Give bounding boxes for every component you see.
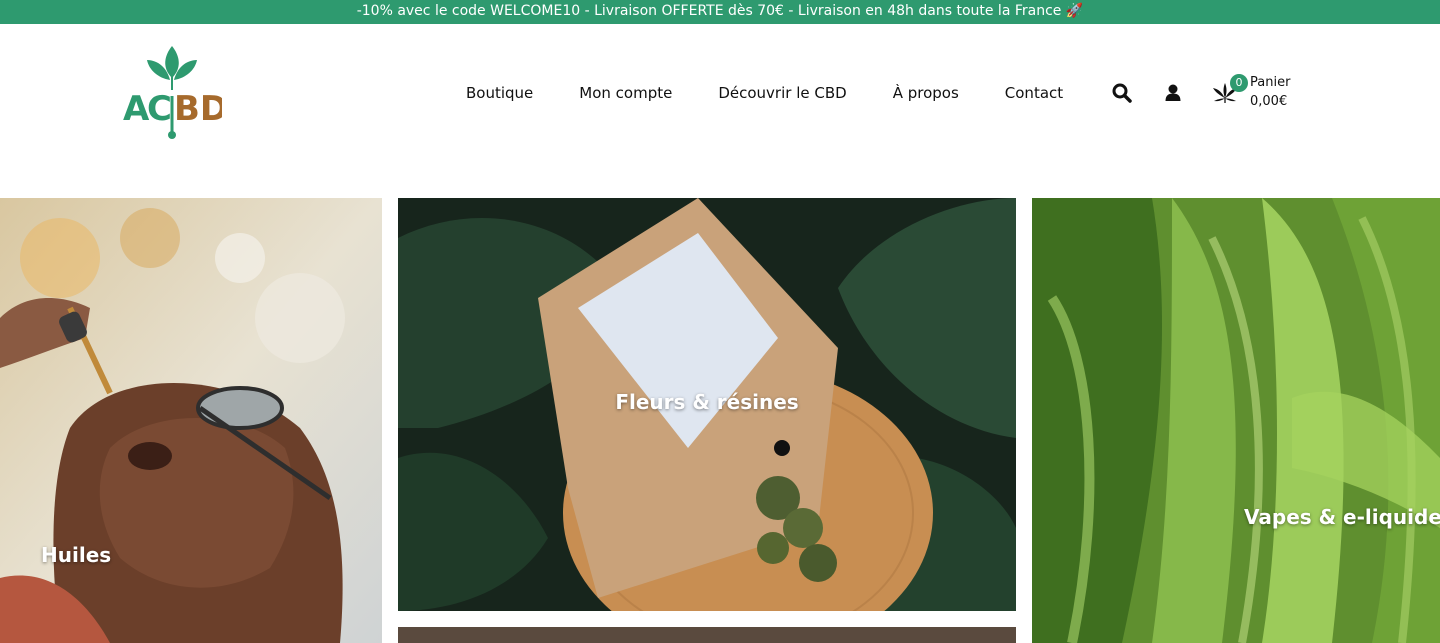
cart-total: 0,00€ [1250, 94, 1288, 109]
nav-item-decouvrir-cbd[interactable]: Découvrir le CBD [718, 84, 846, 102]
site-header: A C BD Boutique Mon compte Découvrir le … [0, 24, 1440, 198]
category-image-vapes-eliquides [1032, 198, 1440, 643]
nav-item-a-propos[interactable]: À propos [893, 84, 959, 102]
svg-text:A: A [123, 89, 150, 129]
svg-text:C: C [147, 89, 172, 129]
search-icon[interactable] [1111, 82, 1133, 104]
category-label-huiles: Huiles [41, 543, 112, 567]
cart-count-badge: 0 [1230, 74, 1248, 92]
promo-banner: -10% avec le code WELCOME10 - Livraison … [0, 0, 1440, 24]
category-tile-vapes-eliquides[interactable]: Vapes & e-liquides [1032, 198, 1440, 643]
nav-item-mon-compte[interactable]: Mon compte [579, 84, 672, 102]
category-label-fleurs-resines: Fleurs & résines [615, 390, 799, 414]
main-navigation: Boutique Mon compte Découvrir le CBD À p… [466, 82, 1063, 104]
category-image-huiles [0, 198, 382, 643]
user-icon[interactable] [1162, 82, 1184, 104]
category-label-vapes-eliquides: Vapes & e-liquides [1244, 505, 1440, 529]
site-logo[interactable]: A C BD [122, 44, 222, 144]
category-tile-partial[interactable] [398, 627, 1016, 643]
svg-text:BD: BD [174, 89, 222, 129]
nav-item-contact[interactable]: Contact [1005, 84, 1063, 102]
cart-button[interactable]: 0 Panier 0,00€ [1212, 72, 1302, 112]
nav-item-boutique[interactable]: Boutique [466, 84, 533, 102]
acbd-logo: A C BD [123, 46, 222, 139]
cart-label: Panier [1250, 75, 1291, 90]
category-tile-huiles[interactable]: Huiles [0, 198, 382, 643]
category-tile-fleurs-resines[interactable]: Fleurs & résines [398, 198, 1016, 611]
